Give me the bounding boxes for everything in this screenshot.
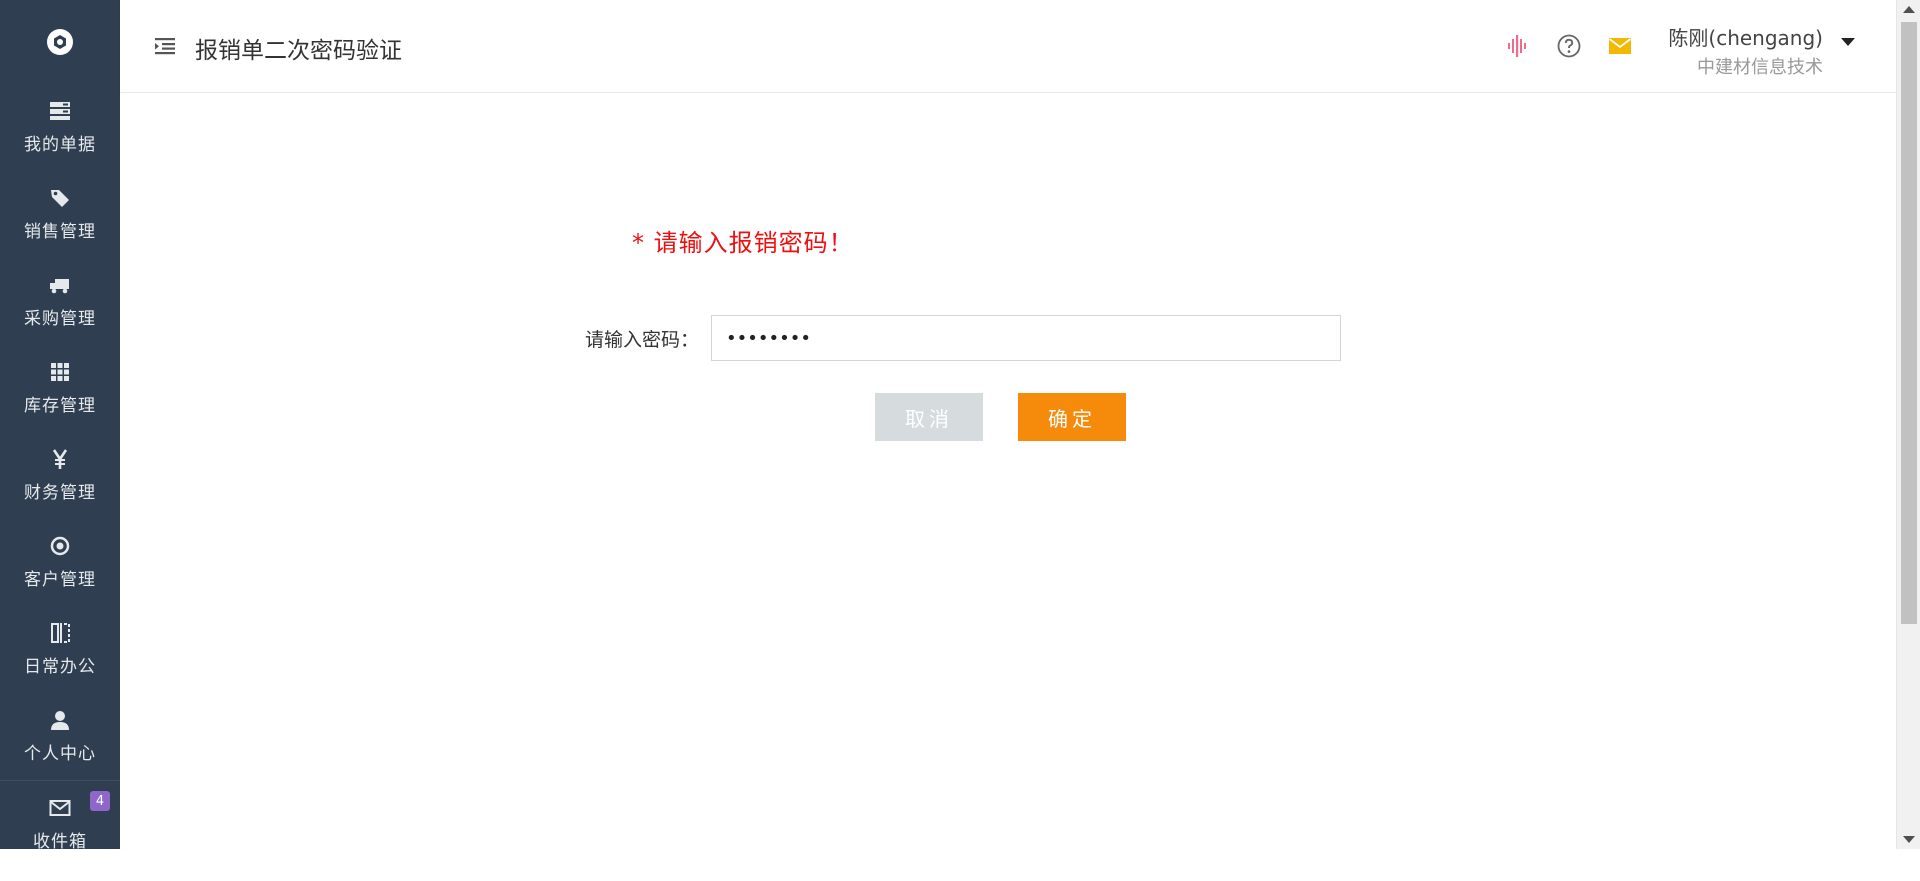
stacked-list-icon [49, 100, 71, 122]
truck-icon [49, 274, 71, 296]
user-icon [49, 709, 71, 731]
sidebar-item-label: 我的单据 [24, 130, 96, 155]
sidebar: 我的单据 销售管理 采购管理 库存管理 财务管理 [0, 0, 120, 849]
sidebar-item-sales[interactable]: 销售管理 [0, 171, 120, 258]
target-icon [49, 535, 71, 557]
scrollbar-thumb[interactable] [1901, 22, 1917, 624]
sidebar-item-inbox[interactable]: 收件箱 4 [0, 781, 120, 868]
sidebar-item-customers[interactable]: 客户管理 [0, 519, 120, 606]
sidebar-item-inventory[interactable]: 库存管理 [0, 345, 120, 432]
yen-icon [49, 448, 71, 470]
password-label: 请输入密码： [585, 325, 699, 352]
user-organization: 中建材信息技术 [1657, 53, 1823, 79]
mail-icon[interactable] [1607, 33, 1633, 59]
password-input[interactable] [711, 315, 1341, 361]
unread-badge: 4 [90, 791, 110, 811]
confirm-button[interactable]: 确定 [1018, 393, 1126, 441]
cancel-button[interactable]: 取消 [875, 393, 983, 441]
logo-icon [45, 27, 75, 57]
user-name: 陈刚(chengang) [1657, 22, 1823, 51]
sidebar-item-my-documents[interactable]: 我的单据 [0, 84, 120, 171]
page-title: 报销单二次密码验证 [195, 31, 402, 65]
sidebar-item-label: 销售管理 [24, 217, 96, 242]
top-bar: 报销单二次密码验证 陈刚(chengang) 中建材信息技术 [120, 0, 1896, 93]
sidebar-item-purchasing[interactable]: 采购管理 [0, 258, 120, 345]
sidebar-item-profile[interactable]: 个人中心 [0, 693, 120, 780]
sidebar-item-label: 日常办公 [24, 652, 96, 677]
menu-toggle-icon[interactable] [154, 35, 176, 57]
sidebar-item-label: 客户管理 [24, 565, 96, 590]
voice-icon[interactable] [1505, 33, 1531, 59]
help-icon[interactable] [1556, 33, 1582, 59]
scroll-down-arrow-icon[interactable] [1903, 836, 1915, 843]
logo[interactable] [0, 0, 120, 84]
scroll-up-arrow-icon[interactable] [1903, 6, 1915, 13]
user-menu[interactable]: 陈刚(chengang) 中建材信息技术 [1657, 22, 1837, 79]
sidebar-item-label: 库存管理 [24, 391, 96, 416]
sidebar-item-label: 采购管理 [24, 304, 96, 329]
sidebar-item-finance[interactable]: 财务管理 [0, 432, 120, 519]
grid-icon [49, 361, 71, 383]
sidebar-item-label: 收件箱 [33, 827, 87, 852]
sidebar-item-label: 财务管理 [24, 478, 96, 503]
sidebar-item-office[interactable]: 日常办公 [0, 606, 120, 693]
password-prompt: * 请输入报销密码！ [632, 223, 854, 258]
mail-icon [49, 797, 71, 819]
sidebar-item-label: 个人中心 [24, 739, 96, 764]
columns-icon [49, 622, 71, 644]
chevron-down-icon[interactable] [1841, 38, 1855, 46]
tag-icon [49, 187, 71, 209]
main-content: * 请输入报销密码！ 请输入密码： 取消 确定 [120, 93, 1896, 849]
page-scrollbar[interactable] [1896, 0, 1920, 849]
